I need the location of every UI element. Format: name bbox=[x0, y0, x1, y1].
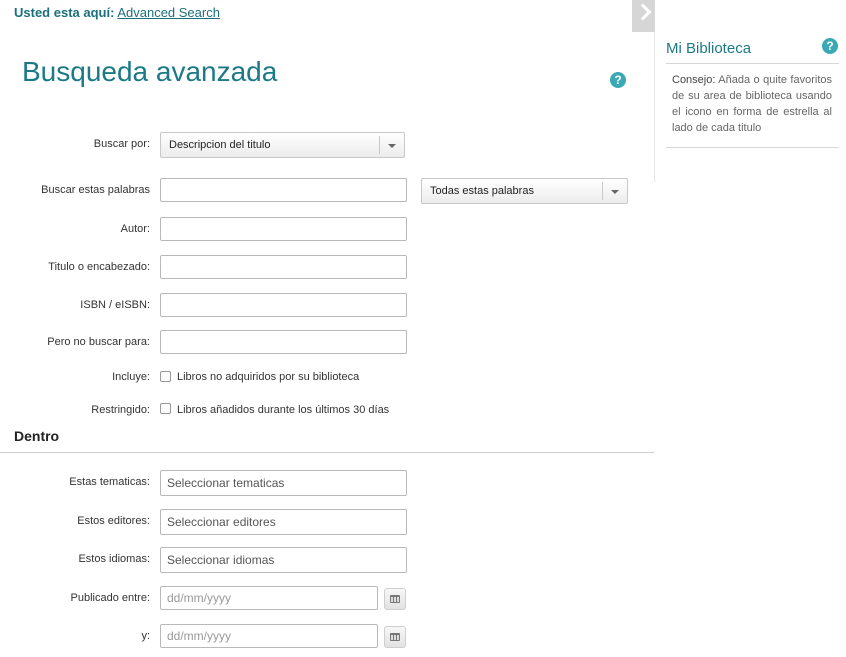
editores-input[interactable]: Seleccionar editores bbox=[160, 509, 407, 535]
palabras-label: Buscar estas palabras bbox=[41, 184, 150, 196]
breadcrumb: Usted esta aquí: Advanced Search bbox=[14, 5, 220, 20]
sidebar-tip-label: Consejo: bbox=[672, 74, 716, 86]
page-title: Busqueda avanzada bbox=[22, 56, 278, 87]
publicado-date-input[interactable]: dd/mm/yyyy bbox=[160, 586, 378, 610]
idiomas-input[interactable]: Seleccionar idiomas bbox=[160, 547, 407, 573]
isbn-input[interactable] bbox=[160, 293, 407, 317]
sidebar-title: Mi Biblioteca bbox=[666, 40, 752, 57]
buscar-por-label: Buscar por: bbox=[93, 138, 150, 150]
incluye-checkbox[interactable] bbox=[160, 371, 171, 382]
calendar-icon bbox=[390, 595, 400, 603]
excluir-input[interactable] bbox=[160, 330, 407, 354]
dentro-section-title: Dentro bbox=[14, 428, 60, 444]
hasta-label: y: bbox=[141, 630, 150, 642]
chevron-down-icon bbox=[602, 182, 627, 200]
tematicas-label: Estas tematicas: bbox=[69, 476, 150, 488]
hasta-date-input[interactable]: dd/mm/yyyy bbox=[160, 624, 378, 648]
buscar-por-select[interactable]: Descripcion del titulo bbox=[160, 132, 405, 158]
titulo-label: Titulo o encabezado: bbox=[48, 261, 150, 273]
palabras-input[interactable] bbox=[160, 178, 407, 202]
palabras-mode-select[interactable]: Todas estas palabras bbox=[421, 178, 628, 204]
tematicas-input[interactable]: Seleccionar tematicas bbox=[160, 470, 407, 496]
incluye-option-label: Libros no adquiridos por su biblioteca bbox=[177, 371, 360, 383]
breadcrumb-label: Usted esta aquí: bbox=[14, 5, 115, 20]
sidebar-tip: Consejo: Añada o quite favoritos de su a… bbox=[672, 72, 832, 136]
help-icon[interactable]: ? bbox=[610, 72, 626, 88]
incluye-label: Incluye: bbox=[112, 371, 150, 383]
titulo-input[interactable] bbox=[160, 255, 407, 279]
hasta-calendar-button[interactable] bbox=[384, 626, 406, 648]
isbn-label: ISBN / eISBN: bbox=[80, 299, 150, 311]
section-divider bbox=[0, 452, 654, 453]
restringido-checkbox[interactable] bbox=[160, 403, 171, 414]
publicado-label: Publicado entre: bbox=[70, 592, 151, 604]
buscar-por-value: Descripcion del titulo bbox=[169, 139, 271, 151]
calendar-icon bbox=[390, 633, 400, 641]
chevron-right-icon[interactable] bbox=[632, 0, 655, 32]
sidebar-help-icon[interactable]: ? bbox=[822, 38, 838, 54]
restringido-label: Restringido: bbox=[91, 404, 150, 416]
sidebar-divider bbox=[654, 32, 655, 182]
sidebar-rule bbox=[666, 63, 839, 64]
autor-label: Autor: bbox=[120, 223, 150, 235]
restringido-option-label: Libros añadidos durante los últimos 30 d… bbox=[177, 404, 390, 416]
sidebar-rule-bottom bbox=[666, 147, 839, 148]
editores-label: Estos editores: bbox=[77, 515, 150, 527]
publicado-calendar-button[interactable] bbox=[384, 588, 406, 610]
autor-input[interactable] bbox=[160, 217, 407, 241]
excluir-label: Pero no buscar para: bbox=[47, 336, 150, 348]
breadcrumb-link-advanced-search[interactable]: Advanced Search bbox=[117, 5, 220, 20]
idiomas-label: Estos idiomas: bbox=[78, 553, 150, 565]
palabras-mode-value: Todas estas palabras bbox=[430, 185, 534, 197]
chevron-down-icon bbox=[379, 136, 404, 154]
